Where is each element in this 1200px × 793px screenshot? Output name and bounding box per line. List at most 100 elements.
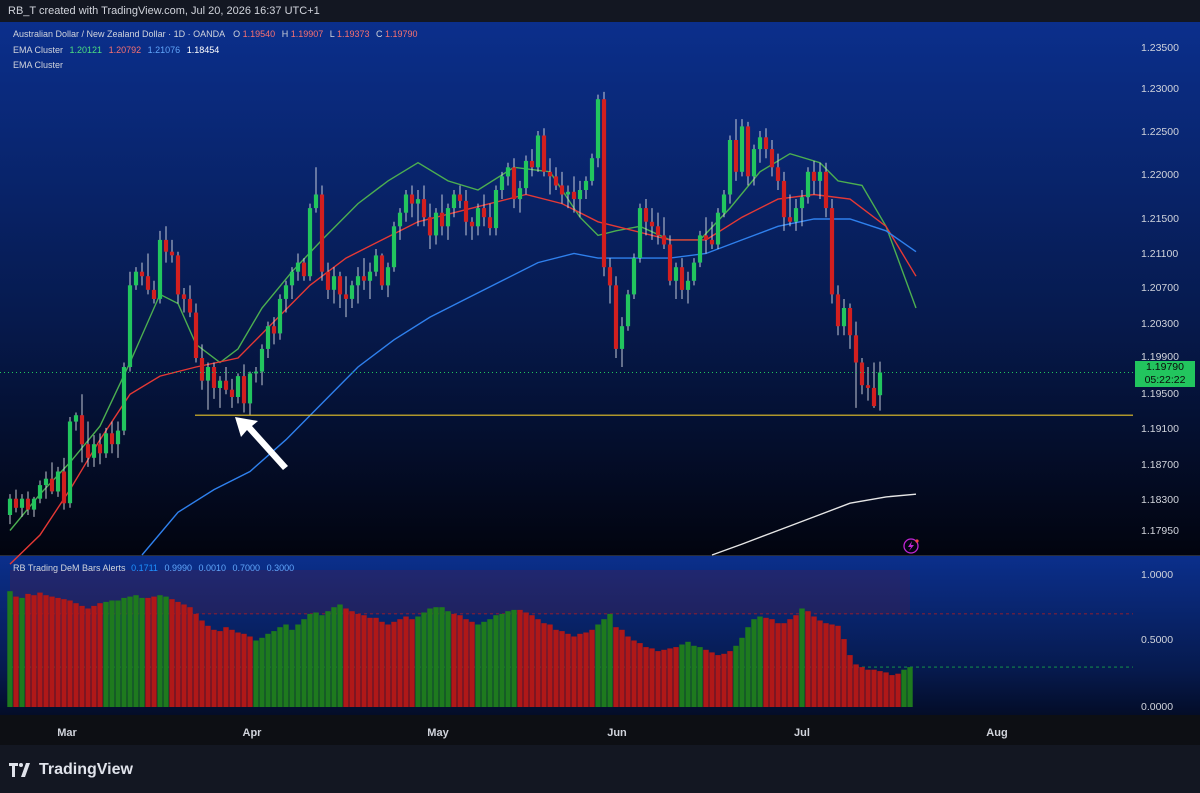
dem-bar — [103, 601, 109, 707]
candle-body — [523, 160, 529, 189]
dem-bar — [259, 637, 265, 707]
dem-bar — [859, 667, 865, 707]
dem-bar — [355, 613, 361, 707]
candle-body — [589, 158, 595, 181]
candle-body — [601, 99, 607, 268]
dem-bar — [805, 611, 811, 707]
dem-bar — [619, 629, 625, 707]
candle-body — [301, 262, 307, 277]
dem-bar — [523, 612, 529, 707]
dem-bar — [307, 613, 313, 707]
candle-body — [295, 262, 301, 272]
dem-bar — [115, 600, 121, 707]
dem-bar — [853, 664, 859, 707]
ohlc-low-label: L — [329, 29, 335, 39]
candle-body — [409, 194, 415, 204]
candle-body — [265, 326, 271, 349]
indicator-y-tick-label: 0.5000 — [1141, 634, 1173, 646]
candle-body — [625, 294, 631, 327]
dem-bar — [247, 636, 253, 707]
dem-bar — [415, 616, 421, 707]
candle-body — [667, 244, 673, 281]
indicator-y-tick-label: 1.0000 — [1141, 569, 1173, 581]
dem-bar — [565, 633, 571, 707]
candle-body — [673, 267, 679, 281]
candle-body — [361, 276, 367, 281]
candle-body — [319, 194, 325, 272]
dem-bar — [505, 611, 511, 707]
dem-bar — [757, 616, 763, 707]
dem-bar — [865, 669, 871, 707]
ema-cluster-label-2: EMA Cluster — [13, 60, 64, 70]
indicator-value-1: 0.9990 — [164, 563, 192, 573]
candle-body — [679, 267, 685, 290]
dem-bar — [379, 621, 385, 707]
candle-body — [709, 239, 715, 245]
candle-body — [217, 380, 223, 388]
candle-body — [151, 289, 157, 299]
indicator-value-2: 0.0010 — [198, 563, 227, 573]
dem-bar — [481, 621, 487, 707]
candle-body — [19, 498, 25, 508]
dem-bar — [289, 629, 295, 707]
dem-bar — [391, 621, 397, 707]
candle-body — [241, 376, 247, 404]
ema-value-fast: 1.20121 — [69, 44, 103, 55]
candle-body — [853, 335, 859, 363]
candle-body — [67, 421, 73, 504]
dem-bar — [223, 627, 229, 707]
dem-bar — [739, 637, 745, 707]
dem-bar — [817, 620, 823, 707]
candle-body — [649, 221, 655, 227]
indicator-value-4: 0.3000 — [266, 563, 295, 573]
candle-body — [715, 212, 721, 245]
y-tick-label: 1.19500 — [1141, 388, 1179, 400]
dem-bar — [253, 640, 259, 707]
candle-body — [823, 171, 829, 209]
tradingview-logo[interactable]: TradingView — [9, 760, 133, 780]
alert-dot — [915, 539, 919, 543]
dem-bar — [601, 619, 607, 707]
candle-body — [703, 235, 709, 240]
dem-bar — [541, 623, 547, 707]
candle-body — [25, 498, 31, 510]
x-tick-label: May — [427, 727, 449, 739]
candle-body — [745, 126, 751, 177]
candle-body — [289, 271, 295, 286]
dem-bar — [883, 672, 889, 707]
dem-bar — [547, 624, 553, 707]
dem-bar — [181, 604, 187, 707]
ohlc-high: 1.19907 — [290, 29, 324, 39]
candle-body — [529, 160, 535, 168]
candle-body — [799, 197, 805, 209]
dem-bar — [907, 667, 913, 707]
dem-bar — [133, 595, 139, 707]
dem-bar — [721, 653, 727, 707]
candle-body — [283, 285, 289, 299]
dem-bar — [775, 623, 781, 707]
ema-cluster-row-2: EMA Cluster — [13, 58, 418, 74]
dem-bar — [433, 607, 439, 707]
y-tick-label: 1.18300 — [1141, 494, 1179, 506]
candle-body — [595, 99, 601, 159]
dem-bar — [121, 597, 127, 707]
dem-bar — [787, 619, 793, 707]
candle-body — [379, 255, 385, 286]
candle-body — [175, 255, 181, 295]
candle-body — [463, 200, 469, 222]
y-tick-label: 1.23500 — [1141, 42, 1179, 54]
y-tick-label: 1.22500 — [1141, 126, 1179, 138]
dem-bar — [61, 599, 67, 707]
y-tick-label: 1.18700 — [1141, 459, 1179, 471]
chart-canvas[interactable]: 1.23500 1.23000 1.22500 1.22000 1.21500 1.211… — [0, 0, 1200, 745]
dem-bar — [469, 621, 475, 707]
candle-body — [439, 212, 445, 227]
dem-bar — [43, 595, 49, 707]
dem-bar — [745, 627, 751, 707]
candle-body — [565, 191, 571, 195]
dem-bar — [769, 619, 775, 707]
dem-bar — [823, 623, 829, 707]
dem-bar — [7, 591, 13, 707]
dem-bar — [727, 651, 733, 707]
dem-bar — [691, 645, 697, 707]
